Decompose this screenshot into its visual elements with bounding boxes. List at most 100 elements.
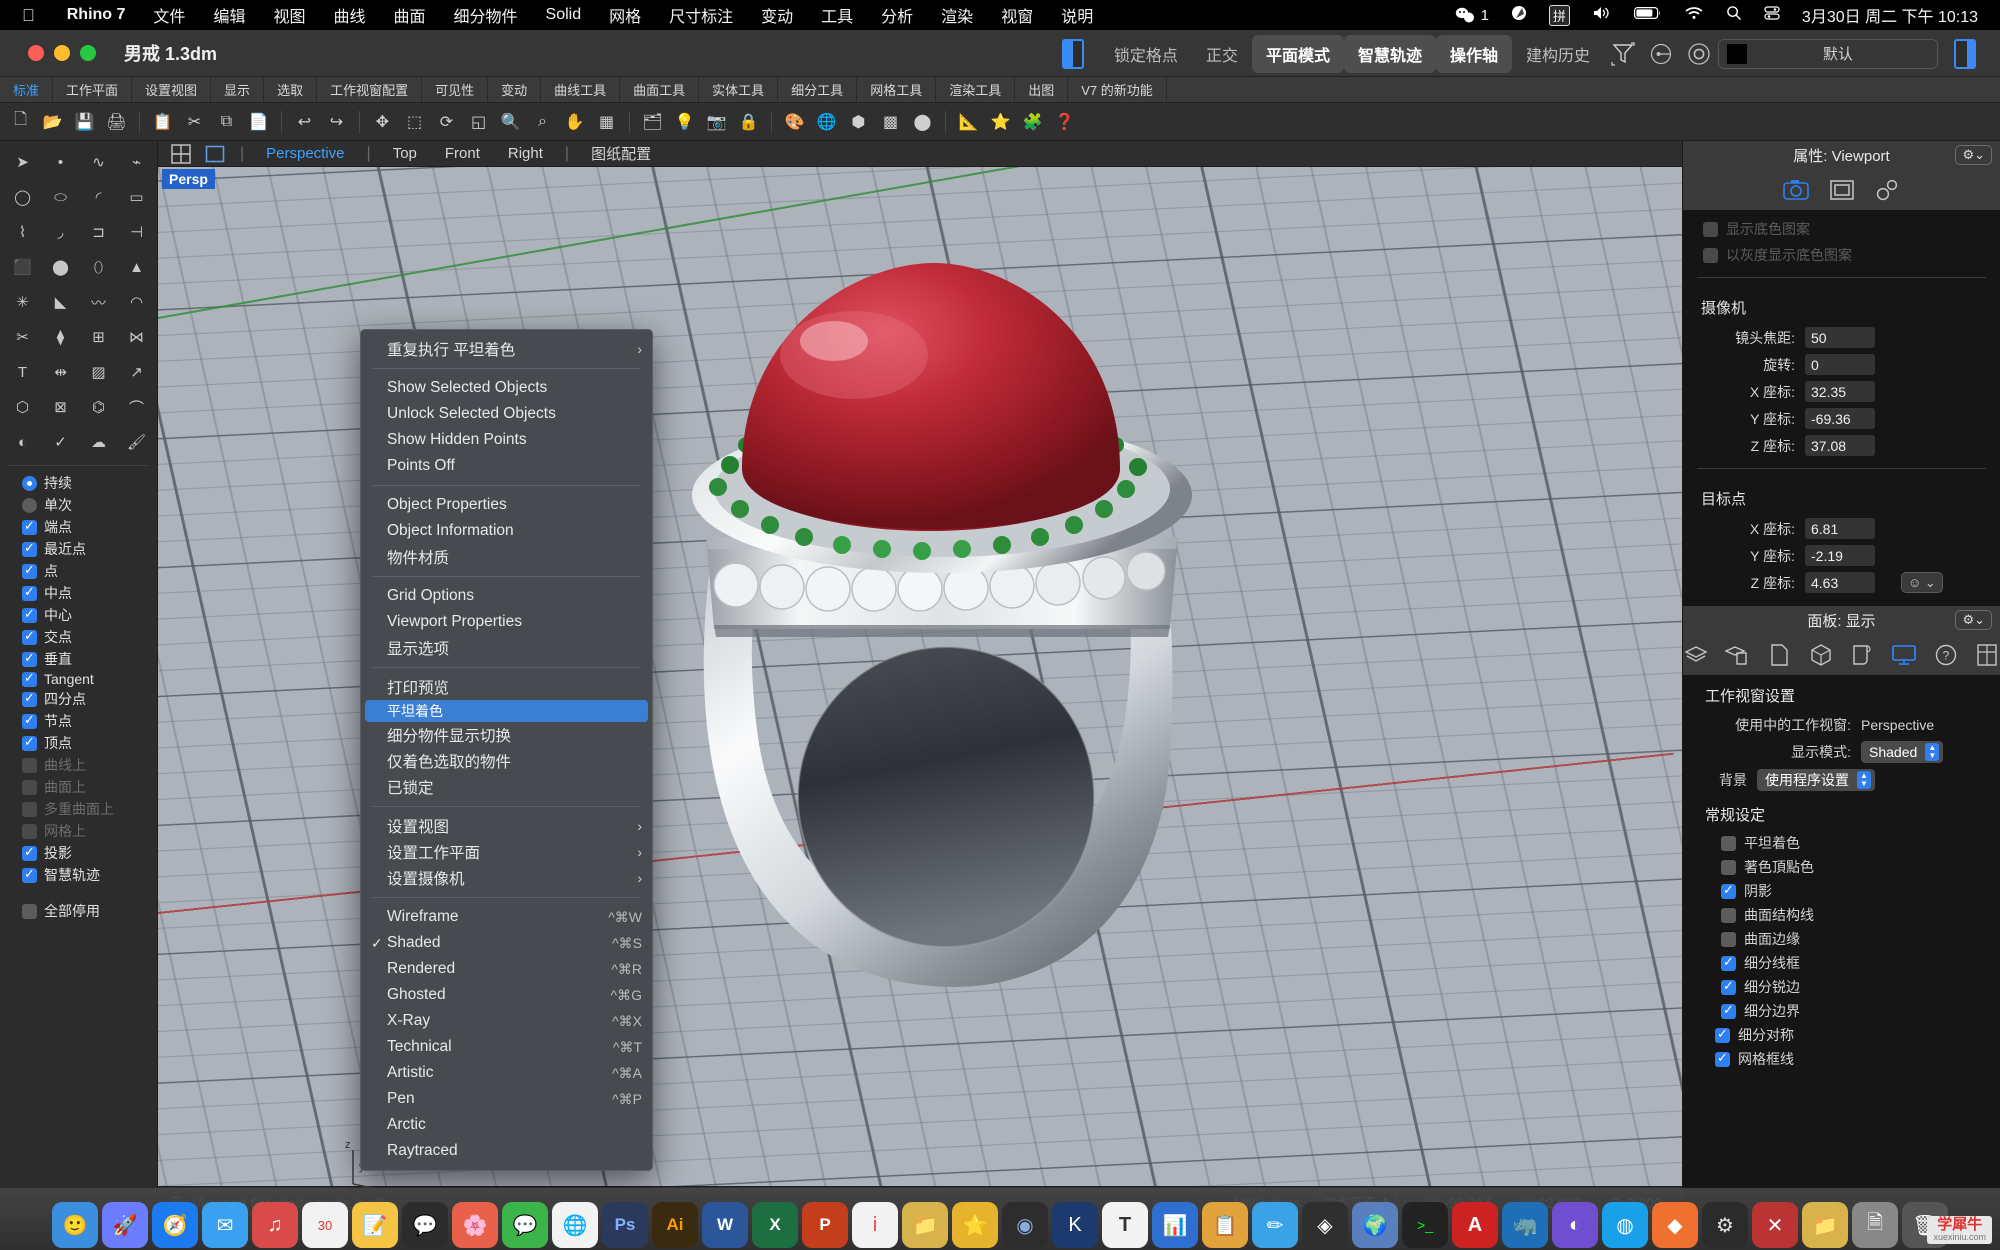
split-icon[interactable]: ⧫ [42,320,79,354]
prop-gray-wallpaper[interactable]: 以灰度显示底色图案 [1683,242,2000,268]
target-options-dropdown[interactable]: ☺ ⌄ [1901,572,1943,593]
field-target-x[interactable]: X 座标: 6.81 [1683,515,2000,542]
checkbox-smarttrack[interactable] [22,866,37,883]
clock-datetime[interactable]: 3月30日 周二 下午 10:13 [1802,3,1978,27]
help-icon[interactable]: ❓ [1050,107,1079,136]
volume-icon[interactable] [1592,6,1612,25]
material-icon[interactable]: 🎨 [780,107,809,136]
checkbox-mid[interactable] [22,584,37,601]
menu-item-7[interactable]: 网格 [595,3,655,27]
checkbox-shade-vertex-color[interactable] [1721,859,1736,875]
zoom-extents-icon[interactable]: 🔍 [496,107,525,136]
snap-point-icon[interactable] [1642,35,1680,73]
radio-single[interactable] [22,497,37,513]
zoom-button[interactable] [80,45,96,61]
radio-persistent[interactable] [22,475,37,491]
menu-app-name[interactable]: Rhino 7 [53,6,140,24]
osnap-item-end[interactable]: 端点 [0,516,157,538]
redo-icon[interactable]: ↪ [322,107,351,136]
undo-icon[interactable]: ↩ [290,107,319,136]
wifi-icon[interactable] [1684,6,1704,25]
lock-icon[interactable]: 🔒 [734,107,763,136]
field-lens-length[interactable]: 镜头焦距: 50 [1683,324,2000,351]
tab-surface-tools[interactable]: 曲面工具 [620,77,700,102]
right-panel-toggle-icon[interactable] [1954,38,1976,69]
camera-properties-icon[interactable] [1781,177,1811,203]
menu-item-3[interactable]: 曲线 [319,3,379,27]
display-mode-select[interactable]: Shaded ▲ ▼ [1861,741,1944,763]
ctx-mode-shaded[interactable]: ✓ Shaded ^⌘S [361,930,652,956]
dock-messages-icon[interactable]: 💬 [402,1202,448,1248]
field-camera-x-value[interactable]: 32.35 [1805,381,1875,402]
menu-item-6[interactable]: Solid [532,6,596,24]
ctx-mode-wireframe[interactable]: Wireframe ^⌘W [361,904,652,930]
tab-viewport-layout[interactable]: 工作视窗配置 [317,77,423,102]
toggle-planar[interactable]: 平面模式 [1251,34,1344,73]
link-icon[interactable] [1873,177,1903,203]
checkbox-vertex[interactable] [22,734,37,751]
cut-icon[interactable]: ✂ [180,107,209,136]
opt-mesh-wires[interactable]: 网格框线 [1683,1047,2000,1071]
tab-whats-new-v7[interactable]: V7 的新功能 [1068,77,1167,102]
field-rotation-value[interactable]: 0 [1805,354,1875,375]
dock-wechat-icon[interactable]: 💬 [502,1202,548,1248]
ctx-object-material[interactable]: 物件材质 [361,544,652,570]
ctx-flat-shade[interactable]: 平坦着色 [365,700,648,722]
render-palette-icon[interactable]: ◐ [4,425,41,459]
ctx-shade-selected-only[interactable]: 仅着色选取的物件 [361,748,652,774]
layer-page-icon[interactable] [1725,642,1751,668]
filter-icon[interactable] [1604,35,1642,73]
freeform-icon[interactable]: ⌇ [4,215,41,249]
checkbox-disable-all[interactable] [22,903,37,919]
menu-item-1[interactable]: 编辑 [199,3,259,27]
osnap-item-onpolysurface[interactable]: 多重曲面上 [0,798,157,820]
osnap-item-knot[interactable]: 节点 [0,710,157,732]
dock-numbers-icon[interactable]: 📋 [1202,1202,1248,1248]
opt-subd-boundary[interactable]: 细分边界 [1683,999,2000,1023]
ctx-object-properties[interactable]: Object Properties [361,492,652,518]
checkbox-center[interactable] [22,606,37,623]
dock-draw-icon[interactable]: ✏ [1252,1202,1298,1248]
render-icon[interactable]: 🌐 [812,107,841,136]
input-method-icon[interactable]: 拼 [1548,4,1570,26]
osnap-item-onmesh[interactable]: 网格上 [0,820,157,842]
copy-to-clipboard-icon[interactable]: 📋 [148,107,177,136]
scale-icon[interactable]: ◱ [464,107,493,136]
boolean-icon[interactable]: ✳ [4,285,41,319]
field-camera-y[interactable]: Y 座标: -69.36 [1683,405,2000,432]
open-file-icon[interactable]: 📂 [38,107,67,136]
tab-display[interactable]: 显示 [211,77,265,102]
ctx-set-camera[interactable]: 设置摄像机 › [361,865,652,891]
ctx-mode-technical[interactable]: Technical ^⌘T [361,1034,652,1060]
checkbox-surface-edges[interactable] [1721,931,1736,947]
dock-disk-icon[interactable]: ◉ [1002,1202,1048,1248]
osnap-item-vertex[interactable]: 顶点 [0,732,157,754]
field-target-x-value[interactable]: 6.81 [1805,518,1875,539]
dock-notes-icon[interactable]: 📝 [352,1202,398,1248]
curve-icon[interactable]: ∿ [80,145,117,179]
checkbox-mesh-wires[interactable] [1715,1050,1730,1067]
checkbox-onmesh[interactable] [22,823,37,839]
moon-icon[interactable] [1511,5,1527,26]
tab-mesh-tools[interactable]: 网格工具 [857,77,937,102]
zoom-window-icon[interactable]: ⌕ [528,107,557,136]
opt-shade-vertex-color[interactable]: 著色頂點色 [1683,855,2000,879]
move-icon[interactable]: ✥ [368,107,397,136]
mesh-tool-icon[interactable]: ⊠ [42,390,79,424]
viewport-properties-icon[interactable] [1827,177,1857,203]
tab-select[interactable]: 选取 [264,77,318,102]
toggle-ortho[interactable]: 正交 [1192,35,1252,73]
field-target-y-value[interactable]: -2.19 [1805,545,1875,566]
dock-folder-icon[interactable]: 📁 [902,1202,948,1248]
opt-subd-symmetry[interactable]: 细分对称 [1683,1023,2000,1047]
viewport-name-badge[interactable]: Persp [162,169,215,189]
field-camera-y-value[interactable]: -69.36 [1805,408,1875,429]
osnap-item-perpendicular[interactable]: 垂直 [0,648,157,670]
toggle-history[interactable]: 建构历史 [1512,35,1604,73]
tab-drafting[interactable]: 出图 [1015,77,1069,102]
field-camera-x[interactable]: X 座标: 32.35 [1683,378,2000,405]
new-file-icon[interactable]: 🗋 [6,107,35,136]
dock-downloads-icon[interactable]: 📁 [1802,1202,1848,1248]
dock-blender-icon[interactable]: ◍ [1602,1202,1648,1248]
close-button[interactable] [28,45,44,61]
